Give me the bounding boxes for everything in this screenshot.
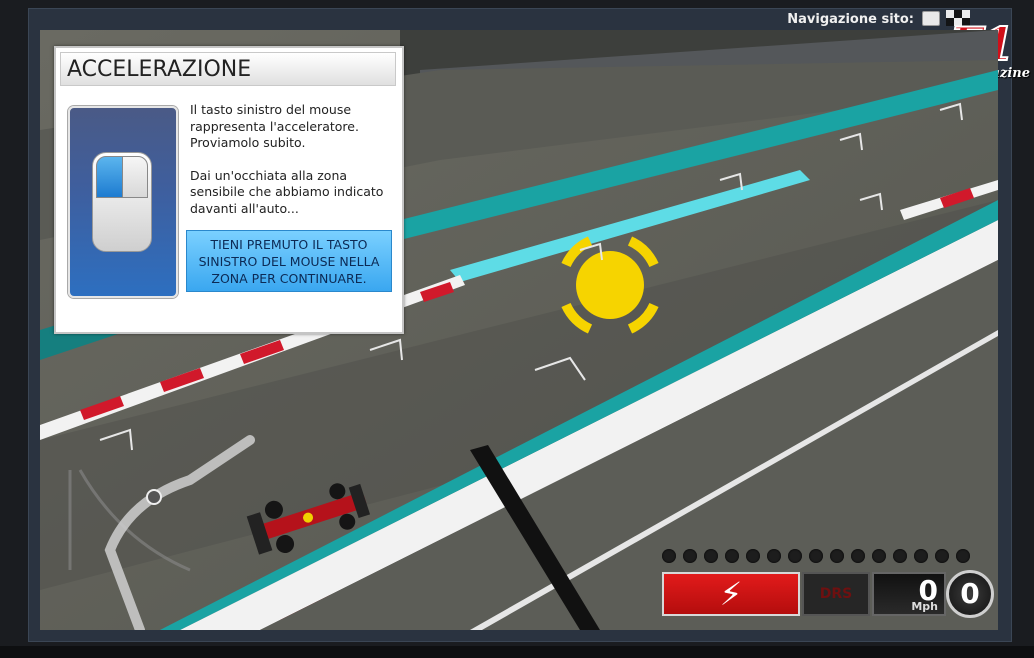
progress-dot xyxy=(704,549,718,563)
tutorial-paragraph-1: Il tasto sinistro del mouse rappresenta … xyxy=(190,102,359,150)
progress-dot xyxy=(788,549,802,563)
tutorial-text: Il tasto sinistro del mouse rappresenta … xyxy=(190,102,390,233)
progress-dot xyxy=(914,549,928,563)
site-nav-label: Navigazione sito: xyxy=(787,12,914,27)
progress-dot xyxy=(746,549,760,563)
drs-indicator: DRS xyxy=(802,572,870,616)
mouse-right-button-icon xyxy=(122,156,148,198)
hud-panel: ⚡ DRS 0 Mph 0 xyxy=(662,570,998,618)
progress-dot xyxy=(767,549,781,563)
speedometer: 0 Mph xyxy=(872,572,946,616)
tutorial-panel: ACCELERAZIONE Il tasto sinistro del mous… xyxy=(54,46,404,334)
progress-dot xyxy=(956,549,970,563)
mouse-icon xyxy=(92,152,152,252)
bottom-strip xyxy=(0,646,1034,658)
gear-indicator: 0 xyxy=(946,570,994,618)
mouse-left-button-icon xyxy=(96,156,123,198)
progress-dot xyxy=(830,549,844,563)
speed-unit: Mph xyxy=(911,600,938,613)
minimap-car-marker xyxy=(146,489,162,505)
progress-dot xyxy=(935,549,949,563)
target-zone xyxy=(561,236,659,334)
progress-dot xyxy=(662,549,676,563)
progress-dot xyxy=(683,549,697,563)
progress-dots xyxy=(662,549,982,563)
progress-dot xyxy=(851,549,865,563)
tutorial-paragraph-2: Dai un'occhiata alla zona sensibile che … xyxy=(190,167,384,216)
progress-dot xyxy=(872,549,886,563)
lightning-icon: ⚡ xyxy=(719,575,743,613)
mouse-illustration xyxy=(68,106,178,298)
kers-button[interactable]: ⚡ xyxy=(662,572,800,616)
progress-dot xyxy=(893,549,907,563)
tutorial-title: ACCELERAZIONE xyxy=(60,52,396,86)
progress-dot xyxy=(809,549,823,563)
progress-dot xyxy=(725,549,739,563)
tutorial-instruction: TIENI PREMUTO IL TASTO SINISTRO DEL MOUS… xyxy=(186,230,392,292)
